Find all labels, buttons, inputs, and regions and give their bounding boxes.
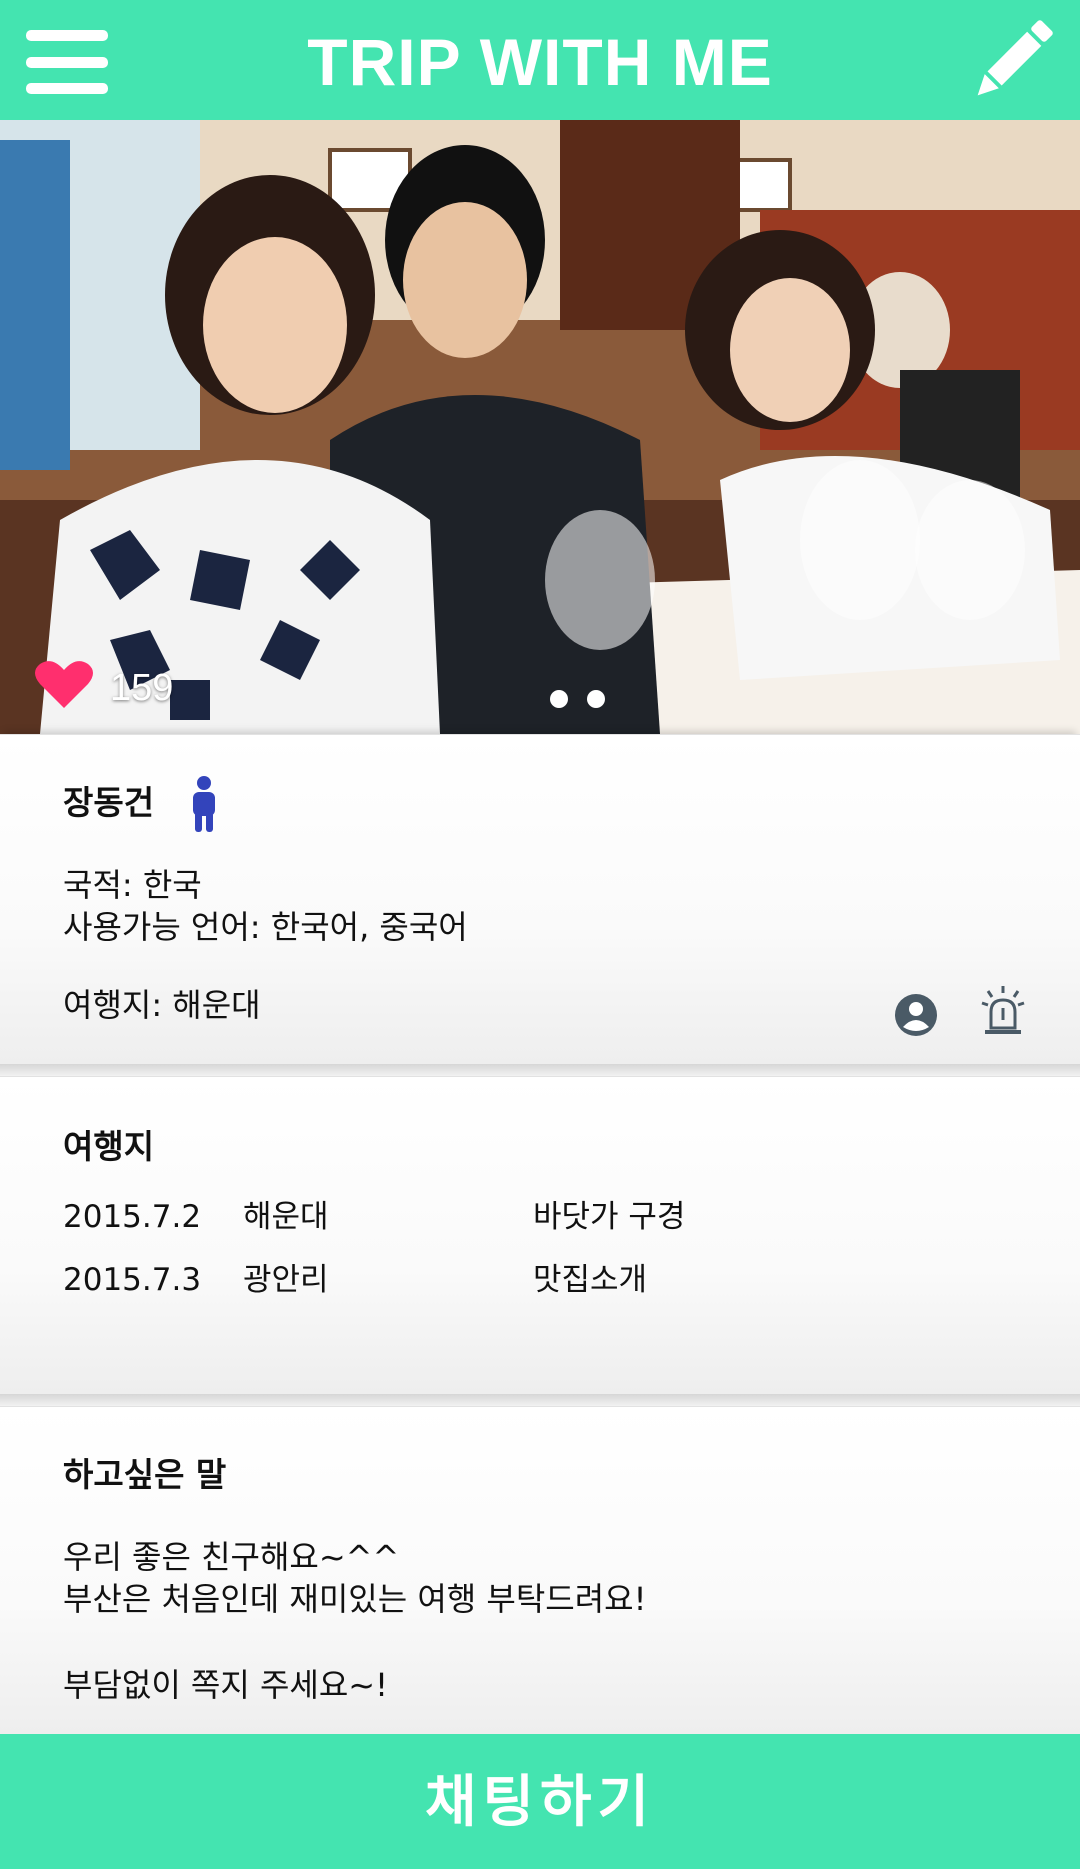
siren-icon[interactable] [980, 984, 1026, 1036]
carousel-dot-2[interactable] [587, 690, 605, 708]
photo-illustration [0, 120, 1080, 734]
trip-row: 2015.7.2 해운대 바닷가 구경 [63, 1196, 1023, 1238]
trip-activity: 바닷가 구경 [533, 1199, 686, 1235]
message-line: 우리 좋은 친구해요~^^ [63, 1538, 400, 1576]
carousel-dot-1[interactable] [550, 690, 568, 708]
languages-text: 사용가능 언어: 한국어, 중국어 [63, 908, 468, 946]
chat-button[interactable]: 채팅하기 [0, 1734, 1080, 1869]
user-circle-icon[interactable] [894, 993, 938, 1037]
trip-date: 2015.7.2 [63, 1199, 202, 1235]
profile-photo[interactable]: 159 [0, 120, 1080, 734]
male-person-icon [193, 776, 215, 832]
section-divider [0, 1064, 1080, 1076]
trip-place: 해운대 [243, 1199, 329, 1235]
trip-row: 2015.7.3 광안리 맛집소개 [63, 1259, 1023, 1301]
app-title: TRIP WITH ME [307, 25, 773, 99]
trip-place: 광안리 [243, 1262, 329, 1298]
trip-date: 2015.7.3 [63, 1262, 202, 1298]
destination-text: 여행지: 해운대 [63, 986, 261, 1024]
section-divider [0, 1394, 1080, 1406]
top-app-bar: TRIP WITH ME [0, 0, 1080, 120]
nationality-text: 국적: 한국 [63, 866, 202, 904]
user-name: 장동건 [63, 783, 155, 822]
pencil-icon[interactable] [968, 18, 1058, 102]
trip-activity: 맛집소개 [533, 1262, 648, 1298]
message-line: 부담없이 쪽지 주세요~! [63, 1666, 388, 1704]
trips-title: 여행지 [63, 1127, 155, 1166]
message-line: 부산은 처음인데 재미있는 여행 부탁드려요! [63, 1580, 647, 1618]
message-title: 하고싶은 말 [63, 1455, 227, 1494]
heart-icon[interactable] [34, 658, 94, 710]
like-count: 159 [110, 667, 174, 709]
